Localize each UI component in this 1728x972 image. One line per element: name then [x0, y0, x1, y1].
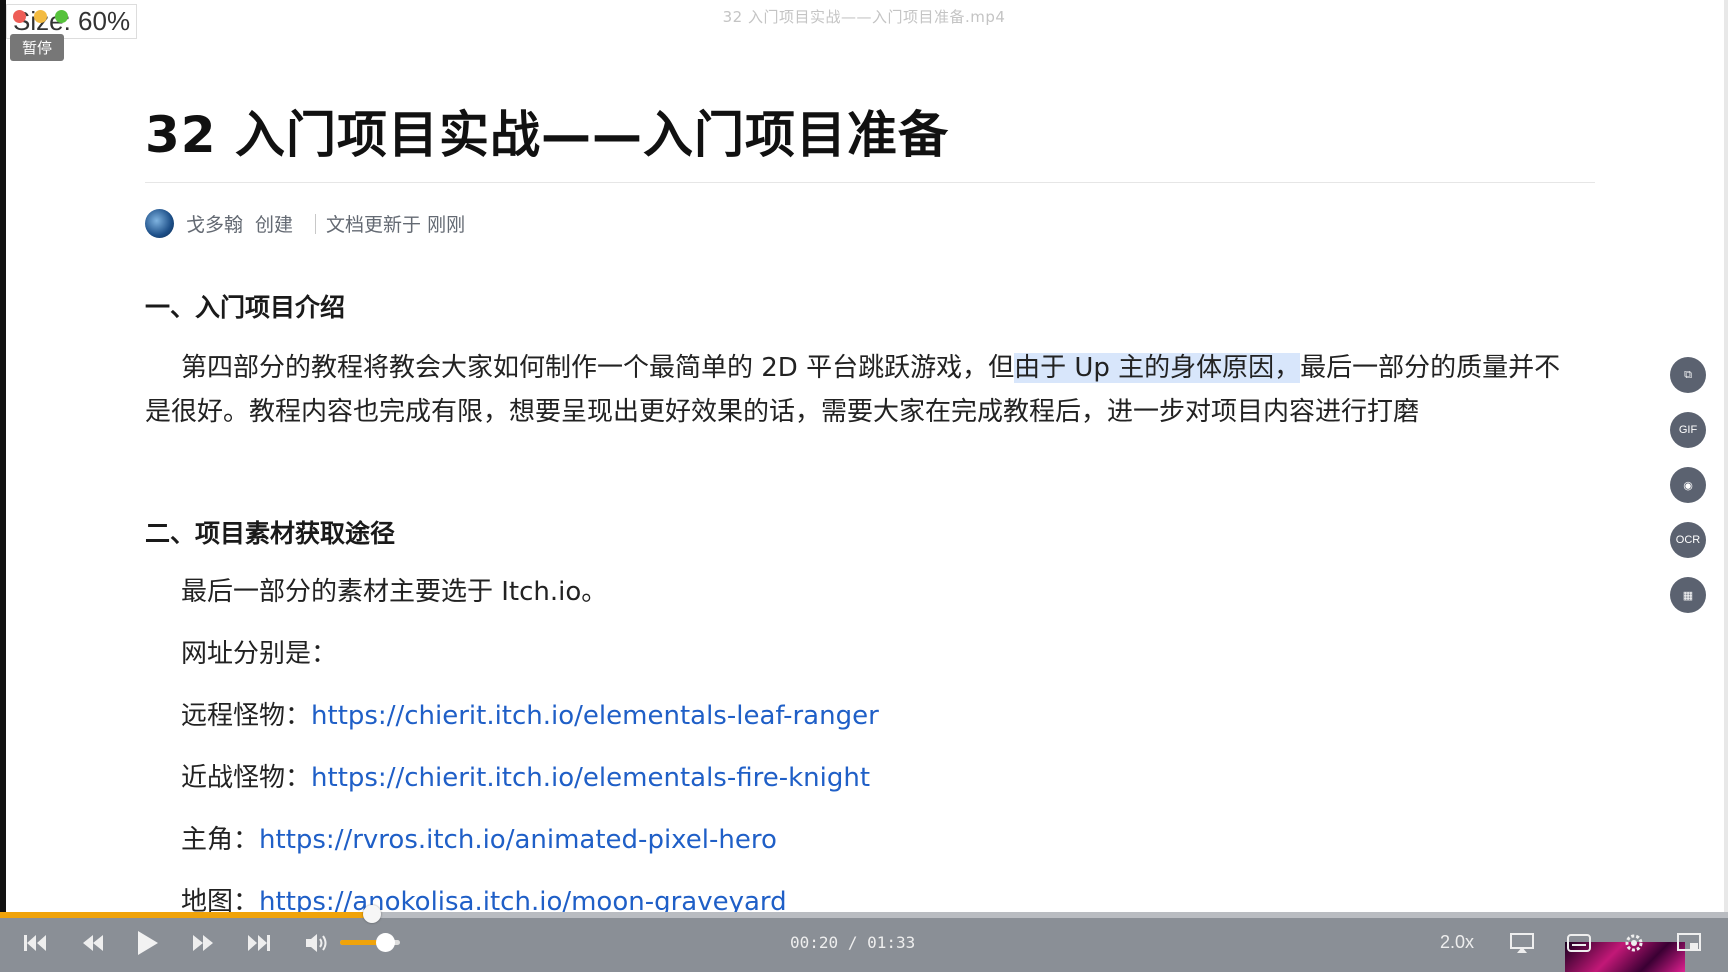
record-icon[interactable]: ◉ — [1670, 467, 1706, 503]
volume-handle[interactable] — [376, 933, 395, 952]
play-icon[interactable] — [132, 928, 162, 958]
settings-icon[interactable] — [1620, 928, 1648, 958]
link-label: 远程怪物： — [181, 701, 312, 731]
intro-text-before: 第四部分的教程将教会大家如何制作一个最简单的 2D 平台跳跃游戏，但 — [181, 353, 1015, 383]
layout-icon[interactable]: ▦ — [1670, 577, 1706, 613]
link-hero[interactable]: https://rvros.itch.io/animated-pixel-her… — [259, 825, 777, 855]
minimize-window-button[interactable] — [34, 10, 47, 23]
link-label: 近战怪物： — [181, 763, 312, 793]
page-title: 32 入门项目实战——入门项目准备 — [145, 106, 949, 164]
list-item: 远程怪物：https://chierit.itch.io/elementals-… — [181, 698, 1595, 734]
pause-badge: 暂停 — [10, 34, 65, 61]
materials-source-line: 最后一部分的素材主要选于 Itch.io。 — [181, 577, 608, 607]
crop-icon[interactable]: ⧉ — [1670, 357, 1706, 393]
gif-icon[interactable]: GIF — [1670, 412, 1706, 448]
section-heading-intro: 一、入门项目介绍 — [145, 293, 346, 322]
ocr-icon[interactable]: OCR — [1670, 522, 1706, 558]
current-time: 00:20 — [790, 933, 839, 952]
meta-divider — [315, 213, 317, 234]
document: 32 入门项目实战——入门项目准备 戈多翰 创建 文档更新于 刚刚 一、入门项目… — [145, 100, 1595, 920]
updated-label: 文档更新于 刚刚 — [326, 214, 466, 236]
title-divider — [145, 182, 1595, 183]
link-melee-monster[interactable]: https://chierit.itch.io/elementals-fire-… — [311, 763, 870, 793]
close-window-button[interactable] — [13, 10, 26, 23]
progress-fill — [0, 912, 372, 918]
airplay-icon[interactable] — [1508, 928, 1536, 958]
progress-handle[interactable] — [363, 905, 381, 923]
intro-paragraph: 第四部分的教程将教会大家如何制作一个最简单的 2D 平台跳跃游戏，但由于 Up … — [145, 346, 1565, 434]
subtitles-icon[interactable] — [1565, 928, 1593, 958]
zoom-window-button[interactable] — [55, 10, 68, 23]
window-title: 32 入门项目实战——入门项目准备.mp4 — [722, 8, 1006, 26]
link-label: 主角： — [181, 825, 260, 855]
volume-icon[interactable] — [302, 928, 332, 958]
playback-speed-button[interactable]: 2.0x — [1440, 932, 1474, 953]
time-display: 00:20 / 01:33 — [790, 933, 915, 952]
scrollbar[interactable] — [1724, 0, 1728, 972]
skip-to-end-icon[interactable] — [244, 928, 274, 958]
picture-in-picture-icon[interactable] — [1675, 928, 1703, 958]
avatar[interactable] — [145, 209, 174, 238]
selected-text[interactable]: 由于 Up 主的身体原因， — [1014, 353, 1301, 383]
created-label: 创建 — [255, 214, 294, 236]
skip-to-start-icon[interactable] — [20, 928, 50, 958]
time-separator: / — [847, 933, 858, 952]
section-heading-materials: 二、项目素材获取途径 — [145, 519, 396, 548]
list-item: 近战怪物：https://chierit.itch.io/elementals-… — [181, 760, 1595, 796]
rewind-icon[interactable] — [78, 928, 108, 958]
total-time: 01:33 — [867, 933, 916, 952]
author-name[interactable]: 戈多翰 — [186, 210, 243, 237]
window-left-edge — [0, 0, 6, 972]
fast-forward-icon[interactable] — [188, 928, 218, 958]
urls-intro-line: 网址分别是： — [181, 639, 338, 669]
list-item: 主角：https://rvros.itch.io/animated-pixel-… — [181, 822, 1595, 858]
link-ranged-monster[interactable]: https://chierit.itch.io/elementals-leaf-… — [311, 701, 879, 731]
doc-meta: 戈多翰 创建 文档更新于 刚刚 — [145, 209, 1595, 238]
